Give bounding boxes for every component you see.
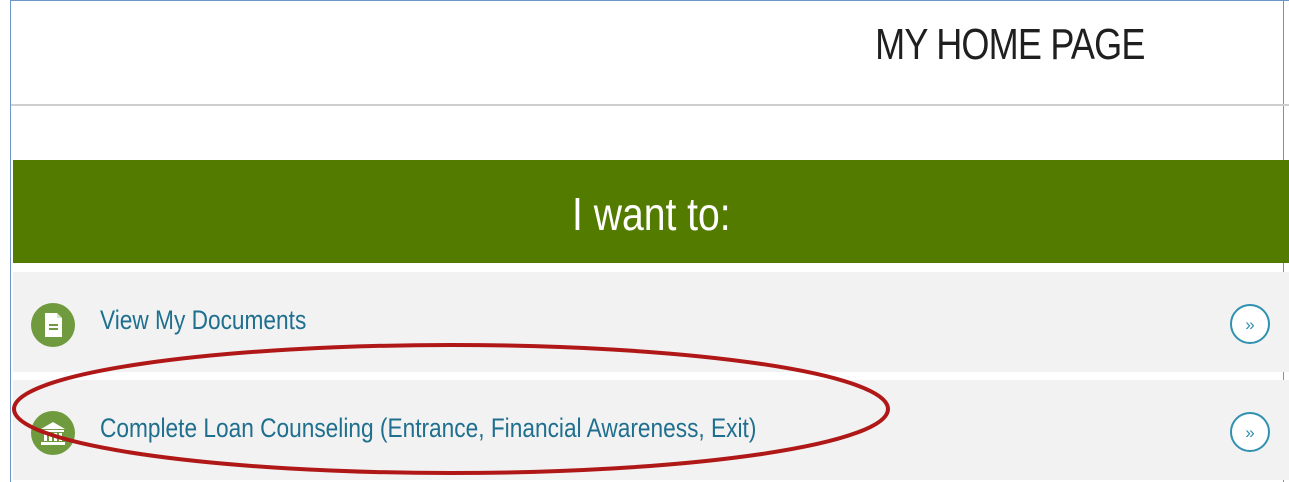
double-chevron-right-icon: »: [1245, 422, 1255, 442]
document-icon: [31, 303, 75, 347]
i-want-to-banner: I want to:: [13, 160, 1289, 263]
page: MY HOME PAGE I want to: View My Document…: [0, 0, 1289, 482]
window-border-top: [10, 0, 1289, 1]
go-arrow-button[interactable]: »: [1230, 412, 1270, 452]
action-row-view-documents[interactable]: View My Documents »: [13, 272, 1289, 372]
complete-loan-counseling-link[interactable]: Complete Loan Counseling (Entrance, Fina…: [100, 413, 756, 444]
page-title: MY HOME PAGE: [875, 20, 1146, 69]
banner-heading: I want to:: [571, 187, 731, 240]
view-my-documents-link[interactable]: View My Documents: [100, 305, 306, 336]
window-border-left: [10, 0, 11, 482]
go-arrow-button[interactable]: »: [1230, 304, 1270, 344]
action-row-loan-counseling[interactable]: Complete Loan Counseling (Entrance, Fina…: [13, 380, 1289, 480]
double-chevron-right-icon: »: [1245, 314, 1255, 334]
bank-building-icon: [31, 411, 75, 455]
title-divider: [11, 104, 1289, 106]
